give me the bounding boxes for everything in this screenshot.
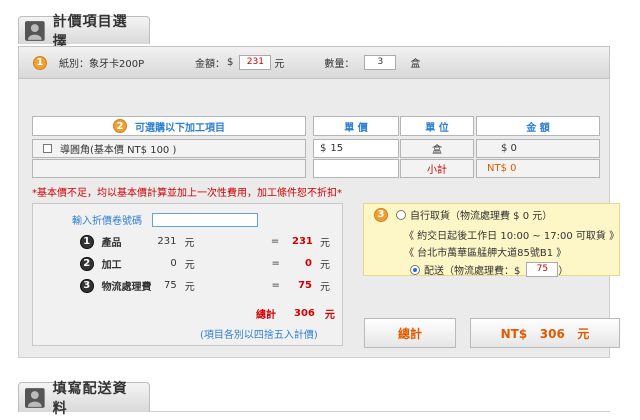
calc-line-eq: = xyxy=(271,280,280,291)
coupon-label: 輸入折價卷號碼 xyxy=(72,216,142,227)
calc-total-value: 306 xyxy=(294,308,315,319)
item-amount: $ 0 xyxy=(501,143,517,154)
item-price: 15 xyxy=(330,143,344,154)
subtotal-value: NT$ 0 xyxy=(487,163,517,174)
delivery-radio[interactable] xyxy=(410,264,420,275)
amount-field: 231 xyxy=(239,55,272,70)
calc-line-result-unit: 元 xyxy=(320,238,330,249)
pickup-radio[interactable] xyxy=(396,209,406,220)
delivery-row[interactable]: 配送（物流處理費：$ 75 ） xyxy=(410,262,568,277)
calc-line-number: 3 xyxy=(80,278,94,293)
qty-unit: 盒 xyxy=(410,59,421,70)
item-row-amount: $ 0 xyxy=(476,139,600,158)
calc-line-number: 1 xyxy=(80,234,94,249)
total-button[interactable]: 總計 xyxy=(364,318,456,348)
delivery-label: 配送（物流處理費：$ xyxy=(424,266,521,277)
section-title: 填寫配送資料 xyxy=(52,380,128,417)
pickup-row[interactable]: 3 自行取貨（物流處理費 $ 0 元） xyxy=(374,207,552,222)
section2-rule xyxy=(150,411,610,412)
item-row-price: $ 15 xyxy=(313,139,399,158)
calc-line-result: 231 xyxy=(292,236,313,247)
section-header-delivery: 填寫配送資料 xyxy=(18,381,150,417)
coupon-input[interactable] xyxy=(152,212,258,227)
header-unit: 單 位 xyxy=(400,116,474,136)
calc-line-value: 75 xyxy=(164,280,177,291)
header-amount: 金 額 xyxy=(476,116,600,136)
person-icon xyxy=(25,387,45,408)
calc-line-value: 0 xyxy=(170,258,177,269)
calc-line: 1 產品 231 元 = 231 元 xyxy=(80,234,330,249)
calc-line-result-unit: 元 xyxy=(319,260,330,271)
qty-field[interactable]: 3 xyxy=(364,55,397,70)
calc-line-label: 物流處理費 xyxy=(101,282,152,293)
step-3-badge: 3 xyxy=(374,207,388,222)
step-2-badge: 2 xyxy=(113,119,127,133)
subtotal-row-blank2 xyxy=(313,159,399,178)
total-display: NT$ 306 元 xyxy=(470,318,620,348)
product-summary-bar: 1 紙別：象牙卡200P 金額： $ 231 元 數量： 3 盒 xyxy=(18,46,610,79)
calc-line-number: 2 xyxy=(80,256,94,271)
subtotal-label-cell: 小計 xyxy=(400,159,474,178)
calc-line-eq: = xyxy=(270,236,280,247)
person-icon xyxy=(25,20,45,41)
calc-line-unit: 元 xyxy=(184,238,195,249)
coupon-row: 輸入折價卷號碼 xyxy=(72,212,258,227)
step-1-badge: 1 xyxy=(33,55,47,70)
item-unit: 盒 xyxy=(432,145,442,156)
pickup-note-hours: 《 約交日起後工作日 10:00 ~ 17:00 可取貨 》 xyxy=(404,231,620,242)
calc-line-result: 0 xyxy=(305,258,312,269)
item-checkbox[interactable] xyxy=(43,144,52,153)
calc-line-label: 產品 xyxy=(101,238,122,249)
pickup-label: 自行取貨（物流處理費 $ 0 元） xyxy=(410,211,553,222)
rounding-note: (項目各別以四捨五入計價) xyxy=(200,330,318,341)
calc-line-result-unit: 元 xyxy=(319,282,330,293)
calc-line-unit: 元 xyxy=(184,260,195,271)
calc-line-eq: = xyxy=(271,258,280,269)
calc-total-label: 總計 xyxy=(256,310,276,321)
delivery-fee-field: 75 xyxy=(526,262,559,277)
subtotal-value-cell: NT$ 0 xyxy=(476,159,600,178)
amount-unit: 元 xyxy=(274,59,285,70)
section-title: 計價項目選擇 xyxy=(52,13,128,50)
calc-line: 3 物流處理費 75 元 = 75 元 xyxy=(80,278,330,293)
calc-line: 2 加工 0 元 = 0 元 xyxy=(80,256,330,271)
pricing-note: *基本價不足，均以基本價計算並加上一次性費用，加工條件恕不折扣* xyxy=(32,188,342,199)
calc-total-unit: 元 xyxy=(324,310,335,321)
calc-total-row: 總計 306 元 xyxy=(256,306,335,321)
item-row-label[interactable]: 導圓角(基本價 NT$ 100 ) xyxy=(32,139,306,158)
calc-line-result: 75 xyxy=(298,280,312,291)
header-unit-price: 單 價 xyxy=(313,116,399,136)
item-price-currency: $ xyxy=(320,143,327,154)
calc-line-value: 231 xyxy=(157,236,177,247)
paper-label: 紙別：象牙卡200P xyxy=(59,59,145,70)
pickup-note-address: 《 台北市萬華區艋舺大道85號B1 》 xyxy=(404,248,567,259)
section-header-pricing: 計價項目選擇 xyxy=(18,14,150,50)
amount-currency: $ xyxy=(227,57,234,68)
amount-label: 金額： xyxy=(195,59,225,70)
item-row-unit: 盒 xyxy=(400,139,474,158)
subtotal-label: 小計 xyxy=(427,165,447,176)
subtotal-row-blank xyxy=(32,159,306,178)
qty-label: 數量： xyxy=(324,59,355,70)
item-label: 導圓角(基本價 NT$ 100 ) xyxy=(60,145,177,156)
calc-line-label: 加工 xyxy=(101,260,122,271)
calc-line-unit: 元 xyxy=(184,282,195,293)
header-optional-label: 可選購以下加工項目 xyxy=(135,122,225,134)
header-optional-items: 2 可選購以下加工項目 xyxy=(32,116,306,136)
delivery-close: ） xyxy=(558,266,569,277)
